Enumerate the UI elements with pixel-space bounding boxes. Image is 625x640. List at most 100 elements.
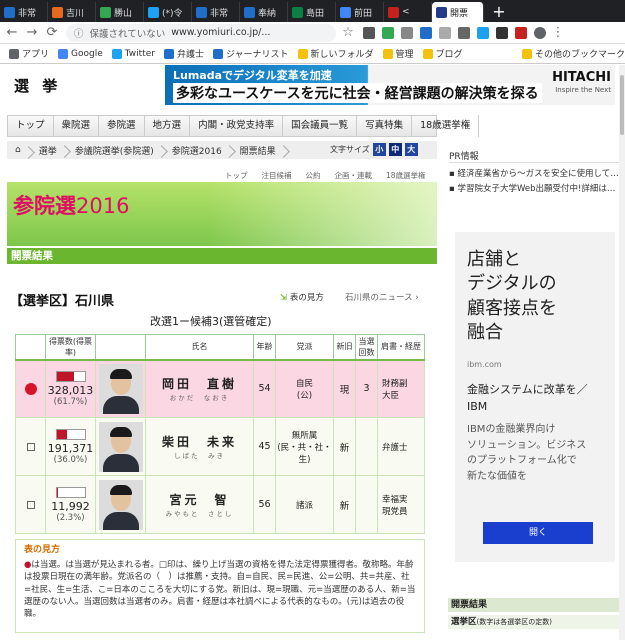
- browser-tab[interactable]: (*)令: [144, 2, 192, 22]
- tab-favicon-icon: [4, 6, 15, 18]
- subnav-item[interactable]: 18歳選挙権: [386, 170, 426, 181]
- bookmark-item[interactable]: Google: [58, 47, 103, 60]
- photo-cell: [95, 417, 146, 476]
- legend-title: 表の見方: [24, 545, 61, 555]
- extension-icon[interactable]: [458, 26, 470, 39]
- vote-share-bar: [55, 486, 86, 498]
- nav-item[interactable]: 参院選: [99, 115, 145, 137]
- bookmark-icon: [9, 48, 19, 59]
- tab-label: 非常: [18, 8, 37, 19]
- browser-tab[interactable]: 開票: [432, 2, 484, 22]
- site-logo[interactable]: 選 挙: [14, 75, 61, 96]
- bookmark-label: アプリ: [22, 50, 50, 60]
- tab-label: 非常: [210, 8, 229, 19]
- font-size-large-button[interactable]: 大: [404, 143, 418, 156]
- diet-building-image: [207, 182, 437, 246]
- ad-tagline: Inspire the Next: [555, 86, 611, 94]
- bookmark-icon: [111, 48, 122, 59]
- url-text: www.yomiuri.co.jp/...: [171, 27, 271, 38]
- tab-favicon-icon: [292, 6, 303, 18]
- font-size-small-button[interactable]: 小: [372, 143, 386, 156]
- bookmark-item[interactable]: Twitter: [111, 47, 155, 60]
- bookmark-item[interactable]: ブログ: [422, 47, 463, 60]
- extension-icon[interactable]: [382, 26, 394, 39]
- pr-item[interactable]: ▪ 経済産業省から～ガスを安全に使用していただくために～: [449, 167, 619, 179]
- bookmark-label: Google: [71, 48, 103, 59]
- nav-item[interactable]: 衆院選: [54, 115, 100, 137]
- url-input[interactable]: ⓘ 保護されていない www.yomiuri.co.jp/...: [66, 23, 336, 42]
- bookmark-item[interactable]: 弁護士: [163, 47, 204, 60]
- tab-favicon-icon: [340, 6, 351, 18]
- browser-tab[interactable]: 島田: [288, 2, 336, 22]
- age-cell: 54: [253, 359, 276, 418]
- pr-section: PR情報 ▪ 経済産業省から～ガスを安全に使用していただくために～ ▪ 学習院女…: [449, 149, 619, 197]
- extension-icon[interactable]: [477, 26, 489, 39]
- tab-favicon-icon: [148, 6, 159, 18]
- extension-icon[interactable]: [363, 26, 375, 39]
- bookmark-item[interactable]: ジャーナリスト: [212, 47, 289, 60]
- star-icon[interactable]: ☆: [340, 25, 356, 40]
- prefecture-news-link[interactable]: 石川県のニュース ›: [345, 291, 419, 303]
- age-cell: 56: [253, 475, 276, 534]
- table-row: 328,013 (61.7%) 岡田 直樹 おかだ なおき 54 自民 (公) 現 3 財務副 …: [15, 359, 425, 418]
- bookmark-icon: [521, 48, 532, 59]
- subnav-item[interactable]: 注目候補: [262, 170, 292, 181]
- bookmark-item[interactable]: アプリ: [9, 47, 49, 60]
- extension-icon[interactable]: [515, 26, 527, 39]
- browser-tab[interactable]: 非常: [192, 2, 240, 22]
- table-row: 11,992 (2.3%) 宮元 智みやもと さとし 56 諸派新幸福実 現党員: [15, 475, 425, 534]
- ad-open-button[interactable]: 開く: [483, 522, 593, 544]
- bookmark-item[interactable]: 新しいフォルダ: [297, 47, 374, 60]
- bookmark-item[interactable]: 管理: [382, 47, 414, 60]
- browser-tab[interactable]: <: [384, 2, 432, 22]
- vote-count: 328,013: [47, 383, 94, 397]
- nav-item[interactable]: 写真特集: [357, 115, 413, 137]
- nav-item[interactable]: トップ: [8, 115, 54, 137]
- career-cell: 財務副 大臣: [377, 359, 425, 418]
- breadcrumb-item[interactable]: 参院選2016: [164, 144, 232, 157]
- nav-item[interactable]: 地方選: [145, 115, 191, 137]
- nav-item[interactable]: 内閣・政党支持率: [190, 115, 284, 137]
- font-size-medium-button[interactable]: 中: [388, 143, 402, 156]
- extension-icon[interactable]: [401, 26, 413, 39]
- browser-tab[interactable]: 非常: [0, 2, 48, 22]
- ad-line-1: Lumadaでデジタル変革を加速: [173, 69, 332, 82]
- pr-item[interactable]: ▪ 学習院女子大学Web出願受付中!詳細はこちら: [449, 182, 619, 194]
- forward-icon[interactable]: →: [24, 25, 40, 40]
- scrollbar[interactable]: [619, 65, 625, 640]
- browser-tab-bar: 非常 吉川 勝山 (*)令 非常 奉納 島田 前田 < 開票 +: [0, 0, 625, 22]
- ad-brand: HITACHI: [552, 70, 611, 85]
- top-ad-banner[interactable]: Lumadaでデジタル変革を加速 多彩なユースケースを元に社会・経営課題の解決策…: [165, 65, 615, 105]
- back-icon[interactable]: ←: [4, 25, 20, 40]
- extension-icon[interactable]: [420, 26, 432, 39]
- extension-icon[interactable]: [439, 26, 451, 39]
- subnav-item[interactable]: トップ: [225, 170, 248, 181]
- reload-icon[interactable]: ⟳: [44, 25, 60, 40]
- photo-cell: [95, 359, 146, 418]
- home-icon[interactable]: ⌂: [7, 145, 31, 155]
- scrollbar-thumb[interactable]: [620, 75, 624, 135]
- browser-tab[interactable]: 前田: [336, 2, 384, 22]
- nav-item[interactable]: 国会議員一覧: [283, 115, 358, 137]
- browser-tab[interactable]: 勝山: [96, 2, 144, 22]
- menu-icon[interactable]: ⋮: [550, 25, 566, 40]
- subnav-item[interactable]: 企画・連載: [335, 170, 373, 181]
- browser-tab[interactable]: 奉納: [240, 2, 288, 22]
- subnav-item[interactable]: 公約: [306, 170, 321, 181]
- browser-tab[interactable]: 吉川: [48, 2, 96, 22]
- profile-icon[interactable]: [534, 26, 546, 39]
- vote-share-fill: [56, 371, 74, 381]
- tab-label: 開票: [450, 8, 469, 19]
- sidebar-ad[interactable]: 店舗と デジタルの 顧客接点を 融合 ibm.com 金融システムに改革を／ I…: [455, 232, 615, 562]
- extension-icon[interactable]: [496, 26, 508, 39]
- breadcrumb-item[interactable]: 参議院選挙(参院選): [67, 144, 164, 157]
- howto-link[interactable]: ⇲ 表の見方: [280, 291, 324, 303]
- breadcrumb-item[interactable]: 選挙: [31, 144, 67, 157]
- info-icon[interactable]: ⓘ: [74, 26, 84, 40]
- party-cell: 無所属 (民・共・社・生): [275, 417, 334, 476]
- tab-favicon-icon: [100, 6, 111, 18]
- ad-subhead: 金融システムに改革を／ IBM: [467, 383, 588, 413]
- nav-item[interactable]: 18歳選挙権: [412, 115, 480, 137]
- new-tab-button[interactable]: +: [490, 3, 508, 21]
- bookmark-item[interactable]: その他のブックマーク: [521, 47, 625, 60]
